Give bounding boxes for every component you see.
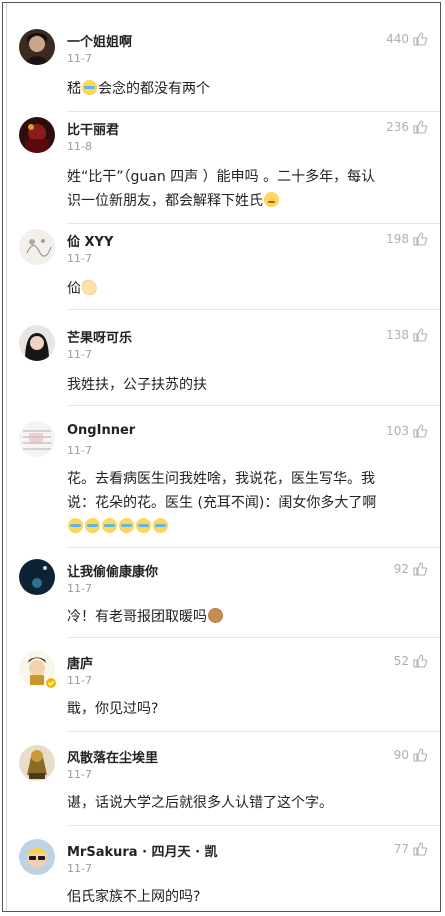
avatar[interactable]: [19, 745, 55, 781]
comment-date: 11-7: [67, 862, 92, 875]
thumbs-up-icon: [413, 562, 428, 576]
like-button[interactable]: 92: [394, 561, 428, 577]
divider: [67, 637, 440, 638]
like-count: 90: [393, 748, 409, 762]
crying-laughing-emoji: [68, 518, 83, 533]
username[interactable]: 佡 XYY: [67, 231, 113, 250]
like-count: 77: [393, 842, 409, 856]
thumbs-up-icon: [413, 120, 428, 134]
avatar[interactable]: [19, 29, 55, 65]
avatar[interactable]: [19, 229, 55, 265]
comment-date: 11-7: [67, 52, 92, 65]
username[interactable]: 芒果呀可乐: [67, 327, 132, 346]
emoji-row: [67, 515, 425, 539]
comment-text: 姓“比干”（guan 四声 ）能申吗 。二十多年，每认 识一位新朋友，都会解释下…: [67, 169, 376, 209]
like-button[interactable]: 440: [386, 31, 428, 47]
thumbs-up-icon: [413, 328, 428, 342]
username[interactable]: MrSakura · 四月天 · 凯: [67, 841, 218, 860]
divider: [67, 111, 440, 112]
comment-date: 11-7: [67, 674, 92, 687]
verified-badge-icon: [45, 677, 57, 689]
like-count: 92: [393, 562, 409, 576]
comment-text: 冷！有老哥报团取暖吗: [67, 605, 425, 629]
calm-face-emoji: [264, 192, 279, 207]
thumbs-up-icon: [413, 424, 428, 438]
username[interactable]: 唐庐: [67, 653, 93, 672]
comment-list: 一个姐姐啊 11-7 440 嵇会念的都没有两个 比干丽君 11-8 236 姓…: [2, 2, 441, 912]
like-button[interactable]: 90: [394, 747, 428, 763]
comment-text: 花。去看病医生问我姓啥，我说花，医生写华。我 说：花朵的花。医生 (充耳不闻)：…: [67, 467, 425, 539]
comment-text: 戢，你见过吗?: [67, 701, 159, 717]
comment-text: 佡: [67, 277, 425, 301]
comment-text: 我姓扶，公子扶苏的扶: [67, 377, 207, 393]
praying-hands-emoji: [82, 280, 97, 295]
comment-date: 11-7: [67, 444, 92, 457]
crying-laughing-emoji: [153, 518, 168, 533]
like-button[interactable]: 103: [386, 423, 428, 439]
see-no-evil-monkey-emoji: [208, 608, 223, 623]
comment-text: 佀氏家族不上网的吗?: [67, 889, 201, 905]
like-button[interactable]: 77: [394, 841, 428, 857]
like-count: 103: [386, 424, 409, 438]
like-count: 440: [386, 32, 409, 46]
like-button[interactable]: 236: [386, 119, 428, 135]
divider: [67, 547, 440, 548]
avatar[interactable]: [19, 559, 55, 595]
like-count: 52: [393, 654, 409, 668]
like-button[interactable]: 138: [386, 327, 428, 343]
divider: [67, 223, 440, 224]
avatar[interactable]: [19, 839, 55, 875]
username[interactable]: 一个姐姐啊: [67, 31, 132, 50]
username[interactable]: OngInner: [67, 423, 135, 438]
crying-laughing-emoji: [119, 518, 134, 533]
crying-laughing-emoji: [102, 518, 117, 533]
comment-date: 11-7: [67, 768, 92, 781]
thumbs-up-icon: [413, 842, 428, 856]
divider: [67, 731, 440, 732]
thumbs-up-icon: [413, 32, 428, 46]
comment-date: 11-7: [67, 582, 92, 595]
comment-date: 11-7: [67, 348, 92, 361]
comment-text: 嵇会念的都没有两个: [67, 80, 210, 97]
avatar[interactable]: [19, 421, 55, 457]
divider: [67, 825, 440, 826]
scroll-track: [6, 3, 7, 911]
divider: [67, 309, 440, 310]
like-button[interactable]: 198: [386, 231, 428, 247]
username[interactable]: 比干丽君: [67, 119, 119, 138]
divider: [67, 405, 440, 406]
avatar[interactable]: [19, 325, 55, 361]
like-count: 236: [386, 120, 409, 134]
like-count: 198: [386, 232, 409, 246]
avatar[interactable]: [19, 117, 55, 153]
comment-date: 11-8: [67, 140, 92, 153]
like-count: 138: [386, 328, 409, 342]
comment-text: 谌，话说大学之后就很多人认错了这个字。: [67, 795, 333, 811]
thumbs-up-icon: [413, 654, 428, 668]
thumbs-up-icon: [413, 232, 428, 246]
username[interactable]: 让我偷偷康康你: [67, 561, 158, 580]
crying-laughing-emoji: [85, 518, 100, 533]
like-button[interactable]: 52: [394, 653, 428, 669]
thumbs-up-icon: [413, 748, 428, 762]
crying-laughing-emoji: [82, 80, 97, 95]
crying-laughing-emoji: [136, 518, 151, 533]
comment-date: 11-7: [67, 252, 92, 265]
username[interactable]: 风散落在尘埃里: [67, 747, 158, 766]
